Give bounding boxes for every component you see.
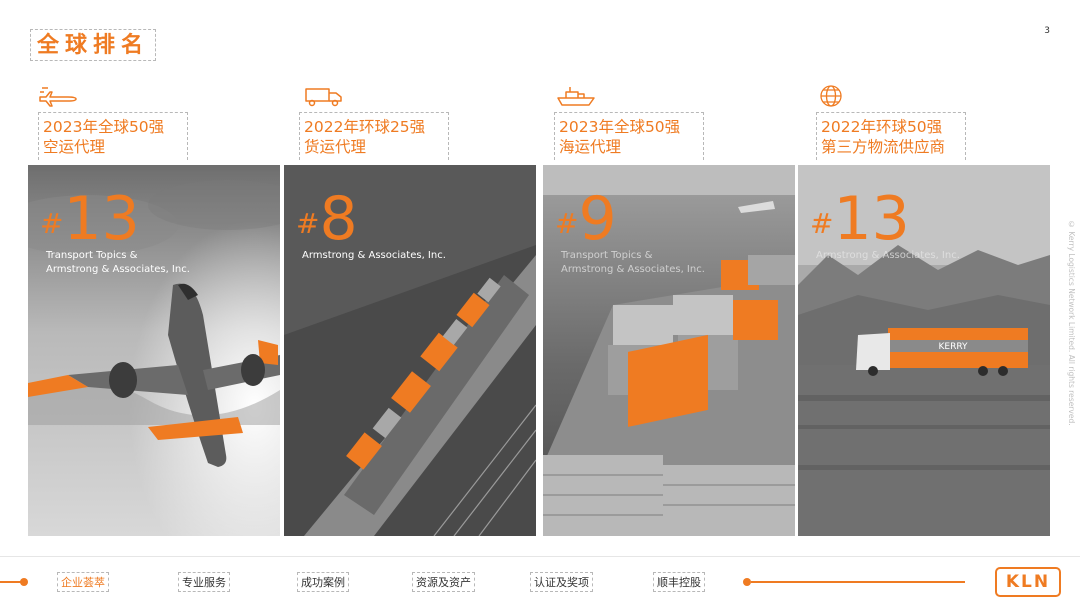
- rank-source: Transport Topics & Armstrong & Associate…: [46, 249, 256, 277]
- rank-badge: #13: [810, 189, 910, 249]
- rank-badge: #8: [296, 189, 358, 249]
- rank-hash: #: [810, 207, 834, 240]
- nav-dot-right: [743, 578, 751, 586]
- airplane-icon: [38, 84, 78, 108]
- rank-source-line1: Transport Topics &: [46, 250, 138, 261]
- ranking-label-3pl: 2022年环球50强 第三方物流供应商: [816, 112, 966, 160]
- page-title: 全球排名: [30, 29, 157, 61]
- ship-icon: [556, 84, 596, 108]
- ranking-label-line2: 第三方物流供应商: [821, 138, 946, 156]
- nav-line-left: [0, 581, 22, 583]
- panel-freight-forwarding: #8 Armstrong & Associates, Inc.: [284, 165, 536, 536]
- rank-source-line2: Armstrong & Associates, Inc.: [46, 264, 190, 275]
- ranking-label-line1: 2023年全球50强: [43, 118, 165, 136]
- panel-3pl: KERRY #13 Armstrong & Associates, Inc.: [798, 165, 1050, 536]
- rank-number: 13: [833, 184, 910, 254]
- truck-icon: [303, 84, 343, 108]
- nav-item-services[interactable]: 专业服务: [178, 572, 230, 592]
- rank-number: 13: [63, 184, 140, 254]
- rank-badge: #13: [40, 189, 140, 249]
- rank-source-line1: Armstrong & Associates, Inc.: [816, 250, 960, 261]
- nav-item-resources[interactable]: 资源及资产: [412, 572, 475, 592]
- rank-source: Armstrong & Associates, Inc.: [302, 249, 512, 263]
- rank-source-line2: Armstrong & Associates, Inc.: [561, 264, 705, 275]
- rank-source: Transport Topics & Armstrong & Associate…: [561, 249, 771, 277]
- ranking-label-line1: 2022年环球50强: [821, 118, 943, 136]
- nav-dot-left: [20, 578, 28, 586]
- page-number: 3: [1044, 26, 1050, 36]
- footer-nav: 企业荟萃 专业服务 成功案例 资源及资产 认证及奖项 顺丰控股 KLN: [0, 556, 1080, 611]
- panel-sea-freight: #9 Transport Topics & Armstrong & Associ…: [543, 165, 795, 536]
- rank-source-line1: Transport Topics &: [561, 250, 653, 261]
- truck-brand-text: KERRY: [938, 342, 968, 352]
- rank-source-line1: Armstrong & Associates, Inc.: [302, 250, 446, 261]
- kln-logo: KLN: [995, 567, 1061, 597]
- panel-air-freight: #13 Transport Topics & Armstrong & Assoc…: [28, 165, 280, 536]
- rank-source: Armstrong & Associates, Inc.: [816, 249, 1026, 263]
- globe-icon: [815, 84, 855, 108]
- nav-line-right: [751, 581, 965, 583]
- copyright-caption: © Kerry Logistics Network Limited. All r…: [1067, 220, 1076, 426]
- ranking-label-line1: 2023年全球50强: [559, 118, 681, 136]
- rank-hash: #: [296, 207, 320, 240]
- ranking-label-line2: 海运代理: [559, 138, 622, 156]
- rank-number: 9: [578, 184, 617, 254]
- ranking-label-air: 2023年全球50强 空运代理: [38, 112, 188, 160]
- rank-hash: #: [40, 207, 64, 240]
- nav-item-cases[interactable]: 成功案例: [297, 572, 349, 592]
- nav-item-sf-holding[interactable]: 顺丰控股: [653, 572, 705, 592]
- ranking-label-sea: 2023年全球50强 海运代理: [554, 112, 704, 160]
- ranking-label-line2: 空运代理: [43, 138, 106, 156]
- ranking-label-line2: 货运代理: [304, 138, 367, 156]
- ranking-label-freight: 2022年环球25强 货运代理: [299, 112, 449, 160]
- rank-badge: #9: [555, 189, 617, 249]
- nav-item-awards[interactable]: 认证及奖项: [530, 572, 593, 592]
- ranking-label-line1: 2022年环球25强: [304, 118, 426, 136]
- nav-item-corporate[interactable]: 企业荟萃: [57, 572, 109, 592]
- rank-number: 8: [319, 184, 358, 254]
- rank-hash: #: [555, 207, 579, 240]
